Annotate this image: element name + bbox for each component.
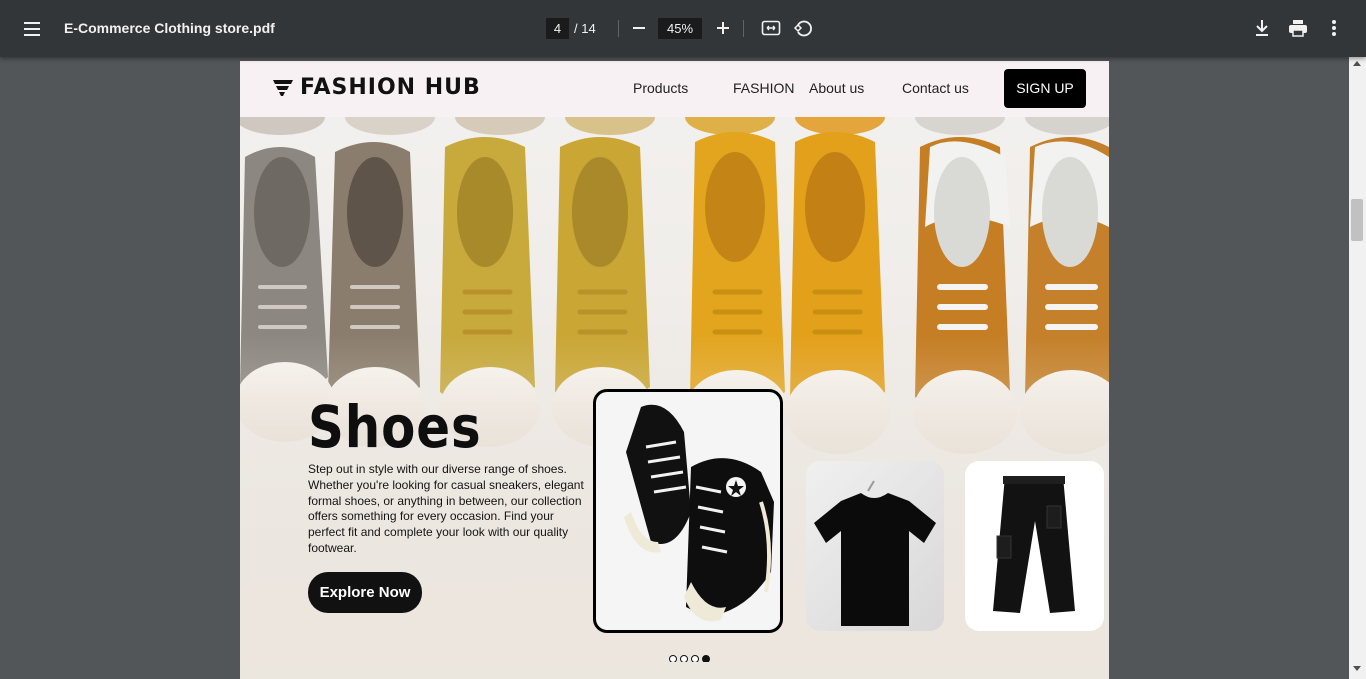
- tshirt-image: [814, 480, 936, 626]
- page-total: / 14: [574, 21, 596, 36]
- document-title: E-Commerce Clothing store.pdf: [64, 20, 275, 36]
- nav-contact[interactable]: Contact us: [902, 80, 969, 96]
- nav-products[interactable]: Products: [633, 80, 688, 96]
- signup-button[interactable]: SIGN UP: [1004, 69, 1086, 108]
- pdf-page: FASHION HUB Products FASHION About us Co…: [240, 61, 1109, 679]
- product-card-sneakers[interactable]: [593, 389, 783, 633]
- pants-image: [993, 476, 1075, 613]
- toolbar-divider: [618, 20, 619, 37]
- product-card-tshirt[interactable]: [806, 461, 944, 631]
- page-number-input[interactable]: 4: [546, 18, 569, 39]
- nav-fashion[interactable]: FASHION: [733, 80, 794, 96]
- hero-title: Shoes: [308, 393, 482, 461]
- download-icon[interactable]: [1250, 16, 1274, 40]
- product-card-pants[interactable]: [965, 461, 1104, 631]
- scroll-down-icon[interactable]: [1353, 666, 1361, 671]
- more-icon[interactable]: [1322, 16, 1346, 40]
- page-next-section: [240, 662, 1109, 679]
- zoom-out-icon[interactable]: [627, 16, 651, 40]
- sneaker-image: [624, 404, 774, 622]
- nav-about[interactable]: About us: [809, 80, 864, 96]
- logo-text: FASHION HUB: [300, 75, 481, 100]
- fit-page-icon[interactable]: [759, 16, 783, 40]
- rotate-icon[interactable]: [791, 16, 815, 40]
- explore-now-button[interactable]: Explore Now: [308, 572, 422, 613]
- menu-icon[interactable]: [20, 17, 44, 41]
- hero-description: Step out in style with our diverse range…: [308, 462, 584, 555]
- logo-icon: [273, 79, 293, 96]
- site-logo[interactable]: FASHION HUB: [272, 75, 481, 100]
- print-icon[interactable]: [1286, 16, 1310, 40]
- site-navbar: FASHION HUB Products FASHION About us Co…: [240, 61, 1109, 117]
- pdf-toolbar: E-Commerce Clothing store.pdf 4 / 14 45%: [0, 0, 1366, 57]
- toolbar-divider: [743, 20, 744, 37]
- hero-banner: Shoes Step out in style with our diverse…: [240, 117, 1109, 662]
- vertical-scrollbar[interactable]: [1349, 57, 1366, 679]
- scroll-up-icon[interactable]: [1353, 61, 1361, 66]
- zoom-in-icon[interactable]: [711, 16, 735, 40]
- zoom-level[interactable]: 45%: [658, 18, 702, 39]
- scrollbar-thumb[interactable]: [1351, 199, 1363, 241]
